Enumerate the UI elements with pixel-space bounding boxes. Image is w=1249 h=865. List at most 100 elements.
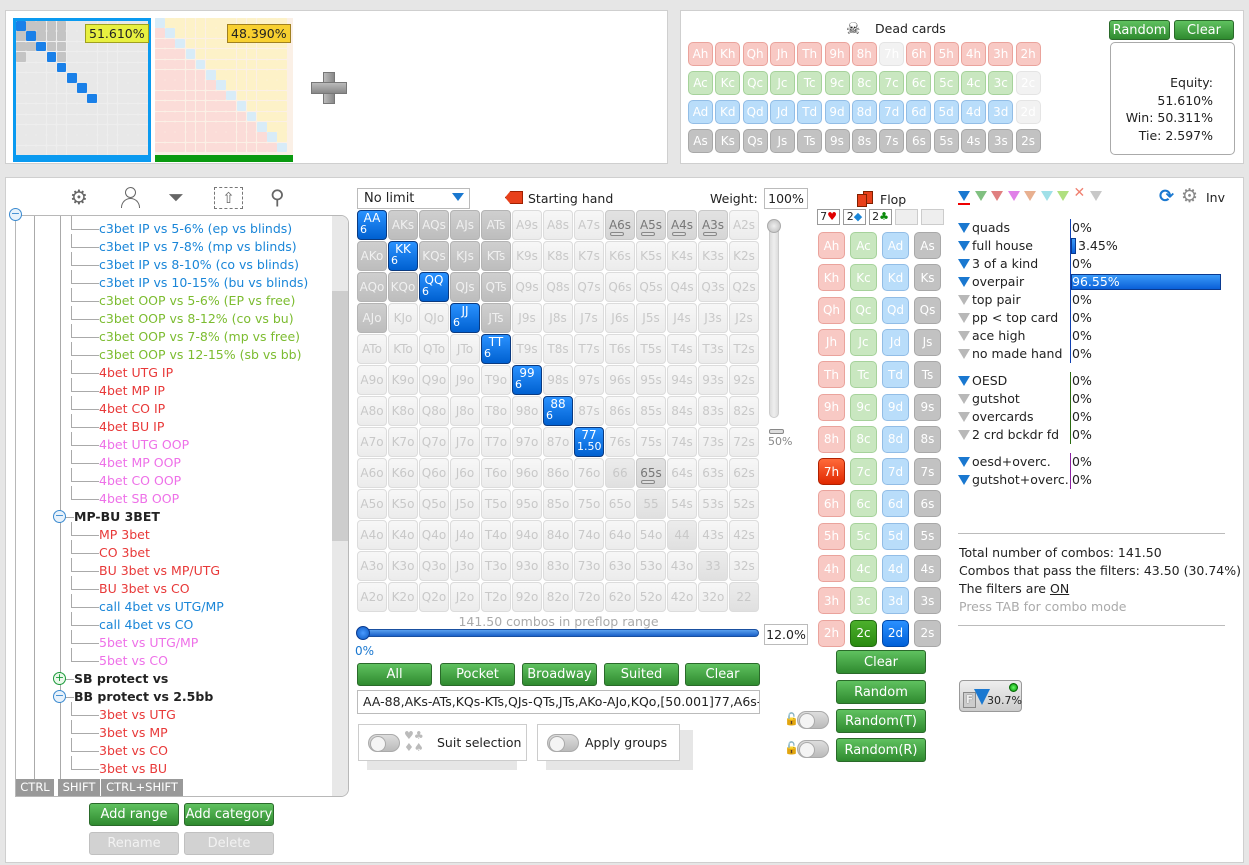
hand-cell-83o[interactable]: 83o (543, 551, 573, 581)
suit-selection-box[interactable]: ♥♣ ♦♠ Suit selection (358, 724, 527, 761)
hand-cell-T3o[interactable]: T3o (481, 551, 511, 581)
flop-card-Th[interactable]: Th (818, 361, 845, 389)
hand-cell-97o[interactable]: 97o (512, 427, 542, 457)
hand-cell-A7s[interactable]: A7s (574, 210, 604, 240)
dead-card-3c[interactable]: 3c (988, 71, 1014, 95)
hand-cell-92s[interactable]: 92s (729, 365, 759, 395)
tree-range-item[interactable]: c3bet OOP vs 12-15% (sb vs bb) (99, 346, 302, 364)
hand-cell-95o[interactable]: 95o (512, 489, 542, 519)
tree-range-item[interactable]: 4bet SB OOP (99, 490, 179, 508)
dead-card-Js[interactable]: Js (769, 129, 795, 153)
gear-icon[interactable]: ⚙ (70, 185, 88, 209)
tree-range-item[interactable]: 4bet CO OOP (99, 472, 181, 490)
hand-cell-66[interactable]: 66 (605, 458, 635, 488)
range-slider-handle[interactable] (356, 626, 370, 640)
hand-cell-T8s[interactable]: T8s (543, 334, 573, 364)
flop-card-Kh[interactable]: Kh (818, 264, 845, 292)
flop-card-Qs[interactable]: Qs (914, 296, 941, 324)
hand-cell-52s[interactable]: 52s (729, 489, 759, 519)
hand-cell-72o[interactable]: 72o (574, 582, 604, 612)
flop-card-9c[interactable]: 9c (850, 393, 877, 421)
dead-card-Ad[interactable]: Ad (688, 100, 713, 124)
hand-cell-J8o[interactable]: J8o (450, 396, 480, 426)
filters-on-link[interactable]: ON (1050, 581, 1069, 596)
clear-range-button[interactable]: Clear (685, 663, 760, 686)
hand-cell-86o[interactable]: 86o (543, 458, 573, 488)
tree-category[interactable]: BB protect vs 2.5bb (74, 688, 213, 706)
hand-cell-96s[interactable]: 96s (605, 365, 635, 395)
flop-card-4s[interactable]: 4s (914, 555, 941, 582)
modifier-tab-ctrl[interactable]: CTRL (16, 779, 54, 796)
filter-row[interactable]: full house (958, 237, 1033, 255)
hand-cell-86s[interactable]: 86s (605, 396, 635, 426)
filter-funnel-icon[interactable] (958, 222, 970, 233)
flop-card-3d[interactable]: 3d (882, 587, 909, 615)
flop-card-Ks[interactable]: Ks (914, 264, 941, 292)
hand-cell-T4s[interactable]: T4s (667, 334, 697, 364)
filter-funnel-icon[interactable] (958, 456, 970, 467)
dead-card-6s[interactable]: 6s (906, 129, 932, 153)
hand-cell-42o[interactable]: 42o (667, 582, 697, 612)
flop-card-9d[interactable]: 9d (882, 393, 909, 421)
hand-cell-94o[interactable]: 94o (512, 520, 542, 550)
hand-cell-K2o[interactable]: K2o (388, 582, 418, 612)
tree-range-item[interactable]: MP 3bet (99, 526, 150, 544)
settings-gear-icon[interactable]: ⚙ (1181, 185, 1198, 207)
hand-cell-72s[interactable]: 72s (729, 427, 759, 457)
filter-preset-3-icon[interactable] (991, 191, 1003, 201)
hand-cell-53s[interactable]: 53s (698, 489, 728, 519)
dead-card-Ac[interactable]: Ac (688, 71, 713, 95)
hand-cell-A3s[interactable]: A3s (698, 210, 728, 240)
tree-range-item[interactable]: c3bet IP vs 5-6% (ep vs blinds) (99, 220, 292, 238)
dead-card-9d[interactable]: 9d (824, 100, 850, 124)
range-percent-input[interactable]: 12.0% (764, 624, 808, 645)
hand-cell-Q3o[interactable]: Q3o (419, 551, 449, 581)
hand-cell-A4o[interactable]: A4o (357, 520, 387, 550)
hand-cell-84o[interactable]: 84o (543, 520, 573, 550)
flop-card-Ts[interactable]: Ts (914, 361, 941, 389)
hand-cell-K3s[interactable]: K3s (698, 241, 728, 271)
hand-cell-92o[interactable]: 92o (512, 582, 542, 612)
hand-cell-J5s[interactable]: J5s (636, 303, 666, 333)
flop-card-8s[interactable]: 8s (914, 425, 941, 453)
hand-cell-Q5o[interactable]: Q5o (419, 489, 449, 519)
hand-cell-AJo[interactable]: AJo (357, 303, 387, 333)
tree-range-item[interactable]: 4bet BU IP (99, 418, 164, 436)
hand-cell-J5o[interactable]: J5o (450, 489, 480, 519)
dead-card-5h[interactable]: 5h (933, 42, 959, 66)
hand-cell-A6o[interactable]: A6o (357, 458, 387, 488)
hand-cell-Q8s[interactable]: Q8s (543, 272, 573, 302)
apply-groups-box[interactable]: Apply groups (537, 724, 680, 761)
dead-card-4h[interactable]: 4h (961, 42, 986, 66)
dead-card-7d[interactable]: 7d (879, 100, 905, 124)
dead-card-Tc[interactable]: Tc (797, 71, 823, 95)
hand-cell-T6o[interactable]: T6o (481, 458, 511, 488)
hand-cell-Q2o[interactable]: Q2o (419, 582, 449, 612)
hand-cell-J4s[interactable]: J4s (667, 303, 697, 333)
hand-cell-96o[interactable]: 96o (512, 458, 542, 488)
hand-cell-Q9s[interactable]: Q9s (512, 272, 542, 302)
dead-card-As[interactable]: As (688, 129, 713, 153)
hand-cell-TT[interactable]: TT 6 (481, 334, 511, 364)
hand-cell-A2o[interactable]: A2o (357, 582, 387, 612)
hand-cell-54o[interactable]: 54o (636, 520, 666, 550)
filter-row[interactable]: oesd+overc. (958, 453, 1051, 471)
add-category-button[interactable]: Add category (184, 803, 274, 826)
flop-card-4d[interactable]: 4d (882, 555, 909, 582)
hand-cell-J7o[interactable]: J7o (450, 427, 480, 457)
filter-funnel-icon[interactable] (958, 375, 970, 386)
tree-category[interactable]: MP-BU 3BET (74, 508, 160, 526)
filter-funnel-icon[interactable] (958, 330, 970, 341)
filter-row[interactable]: gutshot+overc. (958, 471, 1069, 489)
filter-icon[interactable]: ⏷ (168, 185, 184, 209)
dead-card-Qd[interactable]: Qd (742, 100, 768, 124)
flop-card-Kc[interactable]: Kc (850, 264, 877, 292)
dead-card-Qs[interactable]: Qs (742, 129, 768, 153)
hand-cell-44[interactable]: 44 (667, 520, 697, 550)
board-slot-2[interactable]: 2◆ (843, 209, 866, 225)
search-icon[interactable]: ⚲ (270, 185, 285, 209)
tree-range-item[interactable]: 3bet vs MP (99, 724, 168, 742)
hand-cell-KJs[interactable]: KJs (450, 241, 480, 271)
hand-cell-32o[interactable]: 32o (698, 582, 728, 612)
hand-cell-93o[interactable]: 93o (512, 551, 542, 581)
